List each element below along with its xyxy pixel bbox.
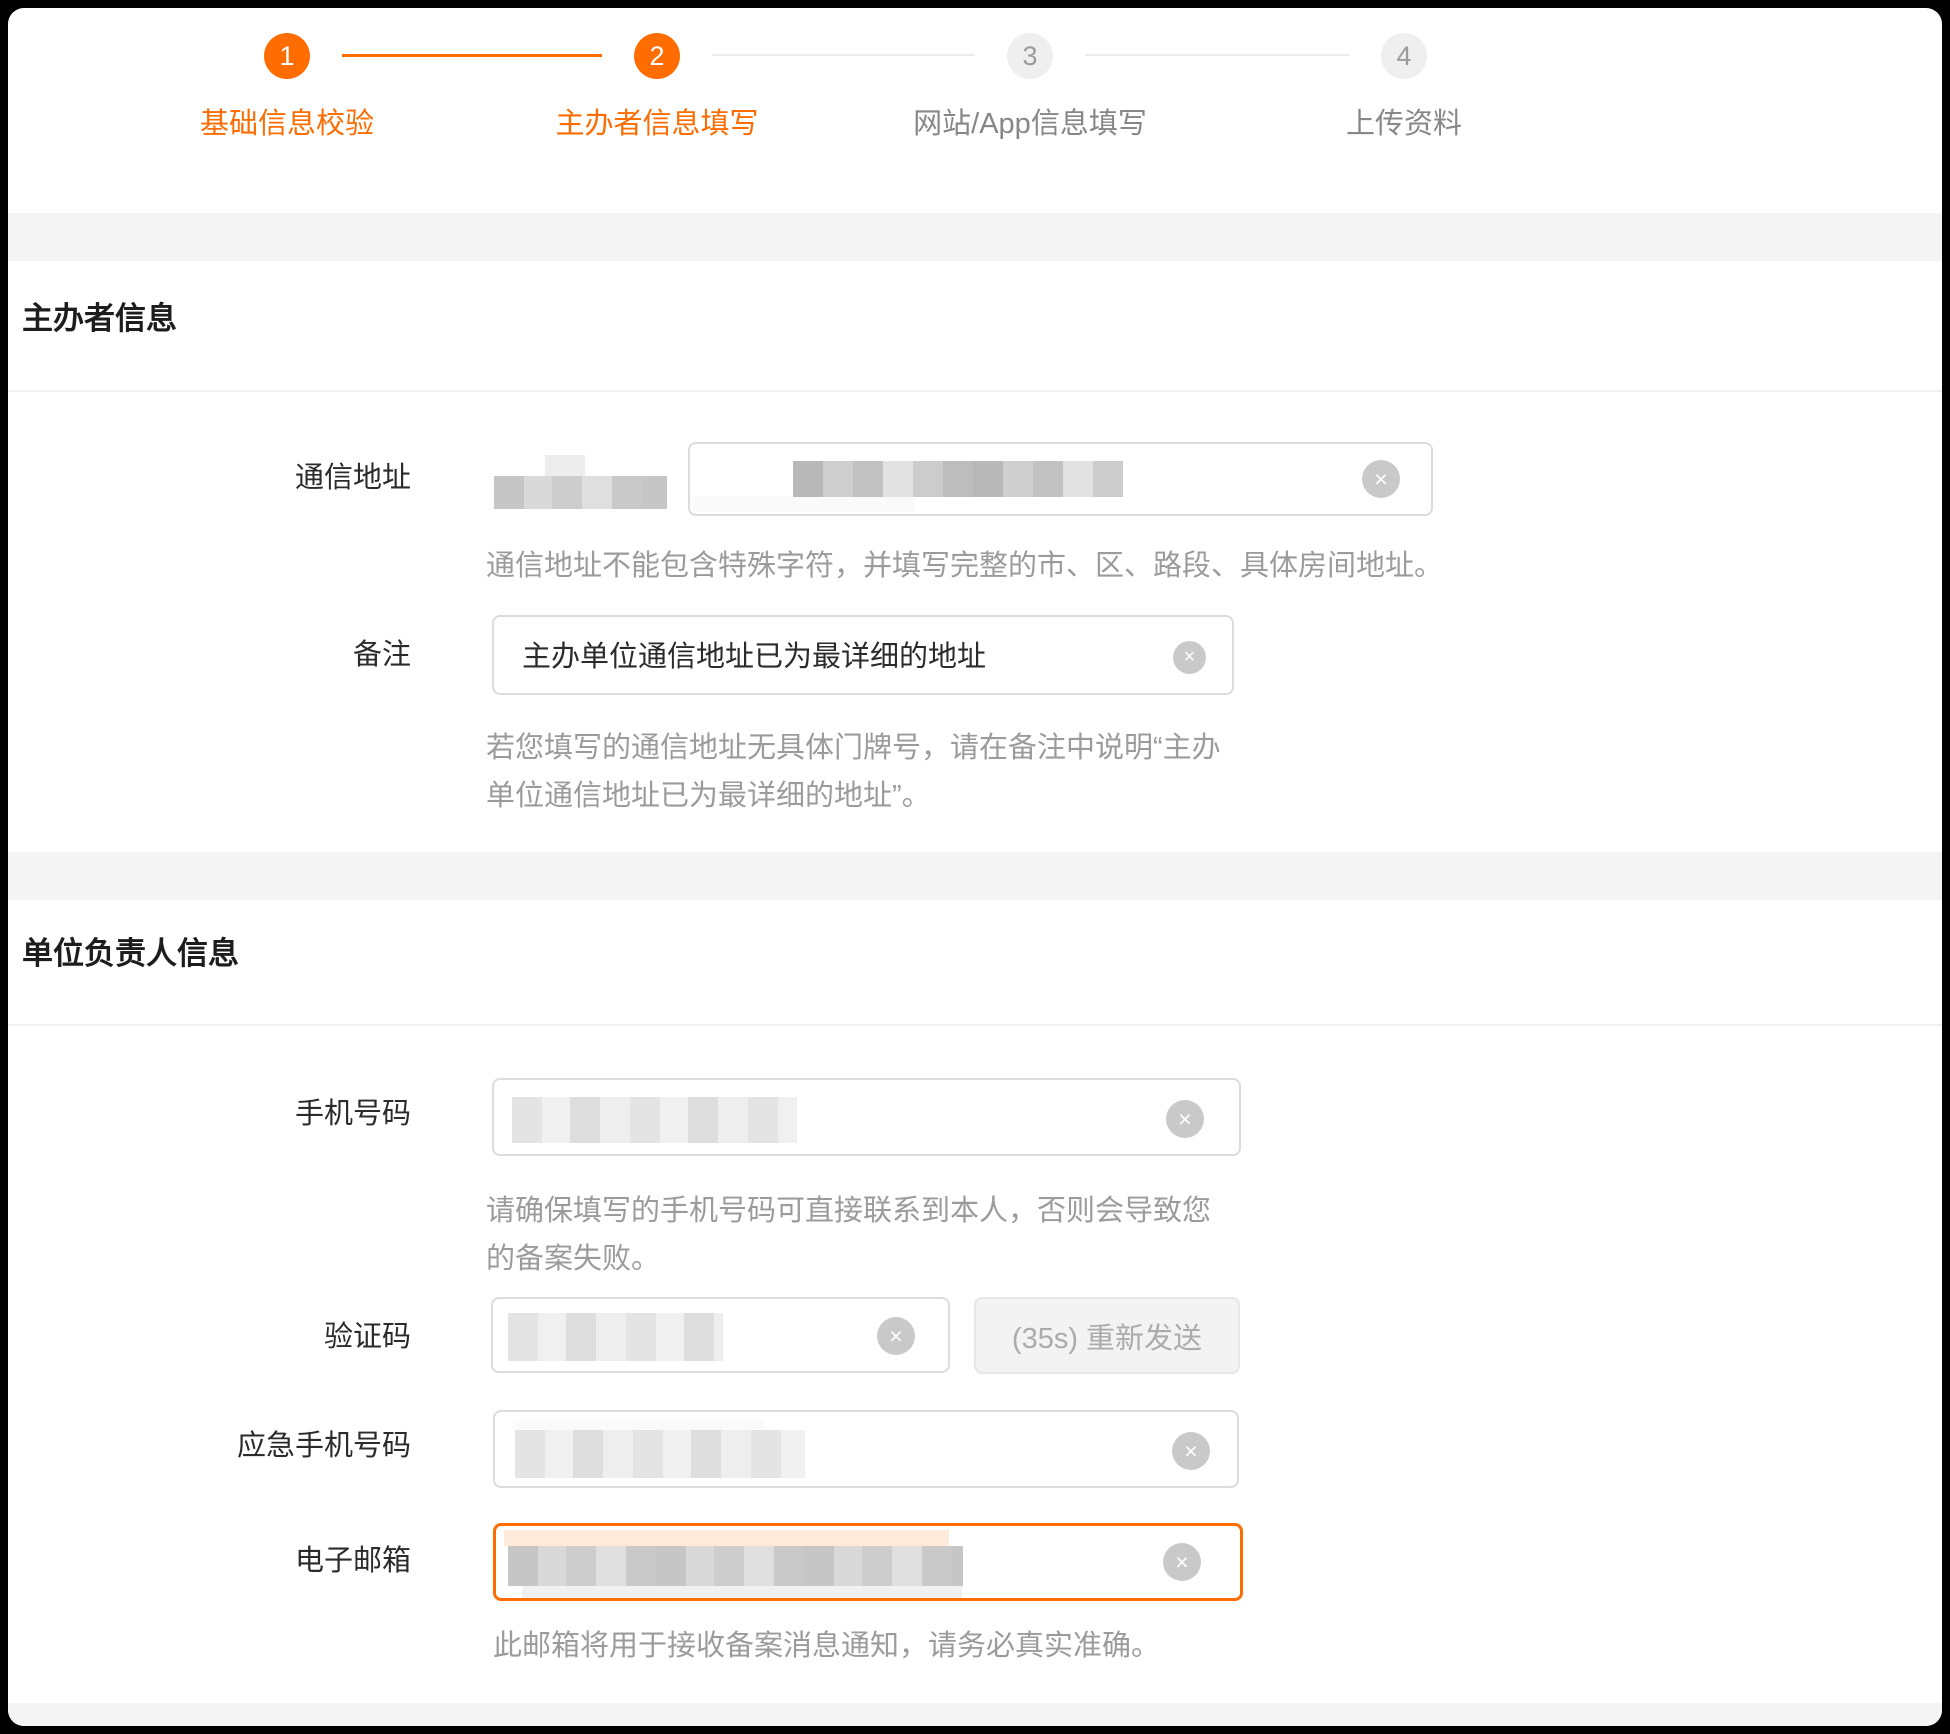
clear-icon[interactable]: × [1166, 1100, 1204, 1138]
section-divider [8, 1024, 1942, 1026]
redacted-mobile-value [512, 1097, 797, 1143]
remark-helper-text: 若您填写的通信地址无具体门牌号，请在备注中说明“主办 单位通信地址已为最详细的地… [486, 724, 1221, 820]
redacted-region-prefix-top [545, 455, 585, 476]
mobile-helper-line2: 的备案失败。 [486, 1235, 1211, 1283]
step-connector-2-3 [712, 54, 975, 56]
step-1-indicator: 1 [264, 33, 310, 79]
bottom-separator-band [8, 1703, 1942, 1726]
screenshot-frame: 1 2 3 4 基础信息校验 主办者信息填写 网站/App信息填写 上传资料 主… [0, 0, 1950, 1734]
redacted-email-smudge [522, 1586, 962, 1598]
section-separator-band [8, 852, 1942, 900]
redacted-emergency-value [515, 1430, 805, 1478]
clear-icon[interactable]: × [1163, 1543, 1201, 1581]
step-3-label: 网站/App信息填写 [840, 100, 1220, 142]
mobile-label: 手机号码 [16, 1097, 411, 1131]
resend-code-button[interactable]: (35s) 重新发送 [974, 1297, 1240, 1374]
emergency-mobile-label: 应急手机号码 [16, 1429, 411, 1463]
address-label: 通信地址 [16, 461, 411, 495]
section-separator-band [8, 213, 1942, 261]
step-1-label: 基础信息校验 [97, 100, 477, 142]
mobile-input[interactable]: × [492, 1078, 1241, 1156]
clear-icon[interactable]: × [877, 1317, 915, 1355]
remark-helper-line2: 单位通信地址已为最详细的地址”。 [486, 772, 1221, 820]
step-2-indicator: 2 [634, 33, 680, 79]
redacted-address-value [793, 461, 1123, 497]
step-4-label: 上传资料 [1214, 100, 1594, 142]
redacted-email-value [508, 1546, 963, 1586]
mobile-helper-text: 请确保填写的手机号码可直接联系到本人，否则会导致您 的备案失败。 [486, 1187, 1211, 1283]
email-label: 电子邮箱 [16, 1544, 411, 1578]
email-helper-text: 此邮箱将用于接收备案消息通知，请务必真实准确。 [493, 1622, 1160, 1670]
remark-label: 备注 [16, 638, 411, 672]
remark-value: 主办单位通信地址已为最详细的地址 [522, 640, 986, 674]
redacted-email-tint [504, 1530, 949, 1546]
redacted-emergency-smudge [513, 1420, 763, 1430]
email-input[interactable]: × [493, 1523, 1243, 1601]
mobile-helper-line1: 请确保填写的手机号码可直接联系到本人，否则会导致您 [486, 1187, 1211, 1235]
icp-filing-form-page: 1 2 3 4 基础信息校验 主办者信息填写 网站/App信息填写 上传资料 主… [8, 8, 1942, 1726]
remark-helper-line1: 若您填写的通信地址无具体门牌号，请在备注中说明“主办 [486, 724, 1221, 772]
redacted-region-prefix [494, 476, 667, 509]
captcha-input[interactable]: × [491, 1297, 950, 1373]
clear-icon[interactable]: × [1173, 641, 1206, 674]
emergency-mobile-input[interactable]: × [493, 1410, 1239, 1488]
redacted-captcha-value [508, 1313, 723, 1361]
organizer-section-title: 主办者信息 [22, 300, 177, 338]
redacted-address-smudge [693, 497, 915, 512]
captcha-label: 验证码 [16, 1320, 411, 1354]
step-4-indicator: 4 [1381, 33, 1427, 79]
remark-input[interactable]: 主办单位通信地址已为最详细的地址 × [492, 615, 1234, 695]
address-input[interactable]: × [688, 442, 1433, 516]
section-divider [8, 390, 1942, 392]
address-helper-text: 通信地址不能包含特殊字符，并填写完整的市、区、路段、具体房间地址。 [486, 542, 1443, 590]
step-connector-1-2 [342, 54, 602, 57]
step-connector-3-4 [1085, 54, 1349, 56]
principal-section-title: 单位负责人信息 [22, 935, 239, 973]
clear-icon[interactable]: × [1172, 1432, 1210, 1470]
clear-icon[interactable]: × [1362, 460, 1400, 498]
step-3-indicator: 3 [1007, 33, 1053, 79]
step-2-label: 主办者信息填写 [467, 100, 847, 142]
